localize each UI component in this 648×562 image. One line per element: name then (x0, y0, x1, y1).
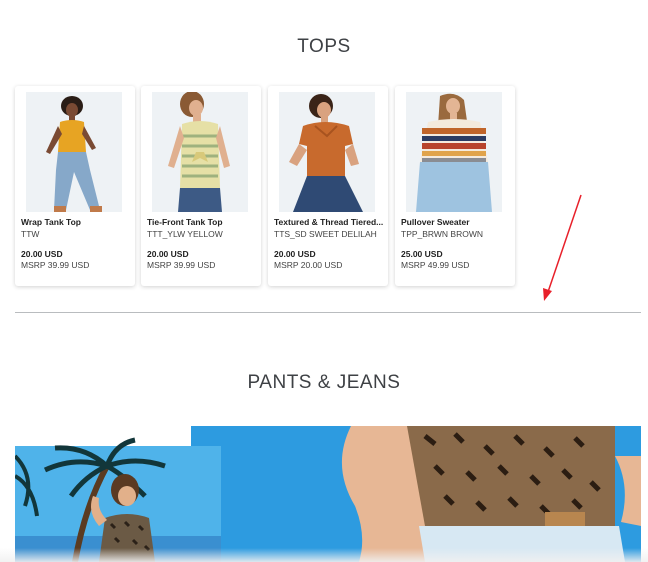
category-banner-image[interactable] (15, 426, 641, 562)
product-name[interactable]: Textured & Thread Tiered... (274, 217, 386, 227)
product-card[interactable]: Wrap Tank Top TTW 20.00 USD MSRP 39.99 U… (15, 86, 135, 286)
product-image[interactable] (406, 92, 502, 212)
product-card[interactable]: Tie-Front Tank Top TTT_YLW YELLOW 20.00 … (141, 86, 261, 286)
product-msrp: MSRP 49.99 USD (401, 260, 470, 270)
product-image[interactable] (26, 92, 122, 212)
product-card[interactable]: Textured & Thread Tiered... TTS_SD SWEET… (268, 86, 388, 286)
product-image[interactable] (152, 92, 248, 212)
product-card[interactable]: Pullover Sweater TPP_BRWN BROWN 25.00 US… (395, 86, 515, 286)
product-msrp: MSRP 20.00 USD (274, 260, 343, 270)
product-price: 25.00 USD (401, 249, 443, 259)
product-image[interactable] (279, 92, 375, 212)
product-sku: TTS_SD SWEET DELILAH (274, 229, 377, 239)
product-name[interactable]: Wrap Tank Top (21, 217, 133, 227)
product-msrp: MSRP 39.99 USD (147, 260, 216, 270)
section-divider (15, 312, 641, 313)
section-title-pants-jeans: PANTS & JEANS (247, 372, 401, 393)
product-name[interactable]: Tie-Front Tank Top (147, 217, 259, 227)
product-sku: TPP_BRWN BROWN (401, 229, 484, 239)
product-msrp: MSRP 39.99 USD (21, 260, 90, 270)
bottom-fade (0, 548, 648, 562)
section-title-tops: TOPS (297, 36, 351, 57)
product-sku: TTT_YLW YELLOW (147, 229, 223, 239)
product-sku: TTW (21, 229, 40, 239)
product-price: 20.00 USD (21, 249, 63, 259)
product-price: 20.00 USD (147, 249, 189, 259)
product-name[interactable]: Pullover Sweater (401, 217, 513, 227)
product-carousel: Wrap Tank Top TTW 20.00 USD MSRP 39.99 U… (8, 86, 644, 288)
product-price: 20.00 USD (274, 249, 316, 259)
